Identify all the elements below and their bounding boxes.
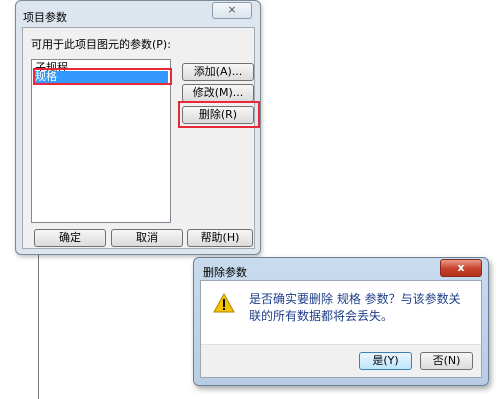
dialog-footer: 是(Y) 否(N) <box>201 344 481 377</box>
cancel-button[interactable]: 取消 <box>111 229 183 247</box>
dialog-title: 项目参数 <box>23 11 67 24</box>
no-button[interactable]: 否(N) <box>420 352 473 370</box>
add-button[interactable]: 添加(A)... <box>182 63 254 81</box>
yes-button[interactable]: 是(Y) <box>359 352 412 370</box>
background-line <box>38 255 39 399</box>
ok-button[interactable]: 确定 <box>34 229 106 247</box>
message-line: 联的所有数据都将会丢失。 <box>249 309 394 323</box>
help-button[interactable]: 帮助(H) <box>187 229 253 247</box>
selection-highlight-box <box>33 68 172 85</box>
close-icon: x <box>457 261 465 274</box>
project-parameters-dialog: 项目参数 ⨯ 可用于此项目图元的参数(P): 子规程 规格 添加(A)... 修… <box>15 0 261 255</box>
delete-highlight-box <box>178 101 260 128</box>
close-button[interactable]: x <box>440 259 482 277</box>
dialog-client-area: 可用于此项目图元的参数(P): 子规程 规格 添加(A)... 修改(M)...… <box>22 27 260 249</box>
message-line: 是否确实要删除 规格 参数？与该参数关 <box>249 292 461 306</box>
warning-icon <box>213 293 235 313</box>
modify-button[interactable]: 修改(M)... <box>182 84 254 102</box>
confirmation-message: 是否确实要删除 规格 参数？与该参数关 联的所有数据都将会丢失。 <box>249 291 461 325</box>
parameters-list-caption: 可用于此项目图元的参数(P): <box>31 38 171 51</box>
dialog-client-area: 是否确实要删除 规格 参数？与该参数关 联的所有数据都将会丢失。 是(Y) 否(… <box>200 280 482 378</box>
delete-parameter-dialog: 删除参数 x 是否确实要删除 规格 参数？与该参数关 联的所有数据都将会丢失。 … <box>193 257 489 386</box>
close-button[interactable]: ⨯ <box>212 2 252 19</box>
dialog-title: 删除参数 <box>203 266 247 279</box>
close-icon: ⨯ <box>227 3 237 16</box>
